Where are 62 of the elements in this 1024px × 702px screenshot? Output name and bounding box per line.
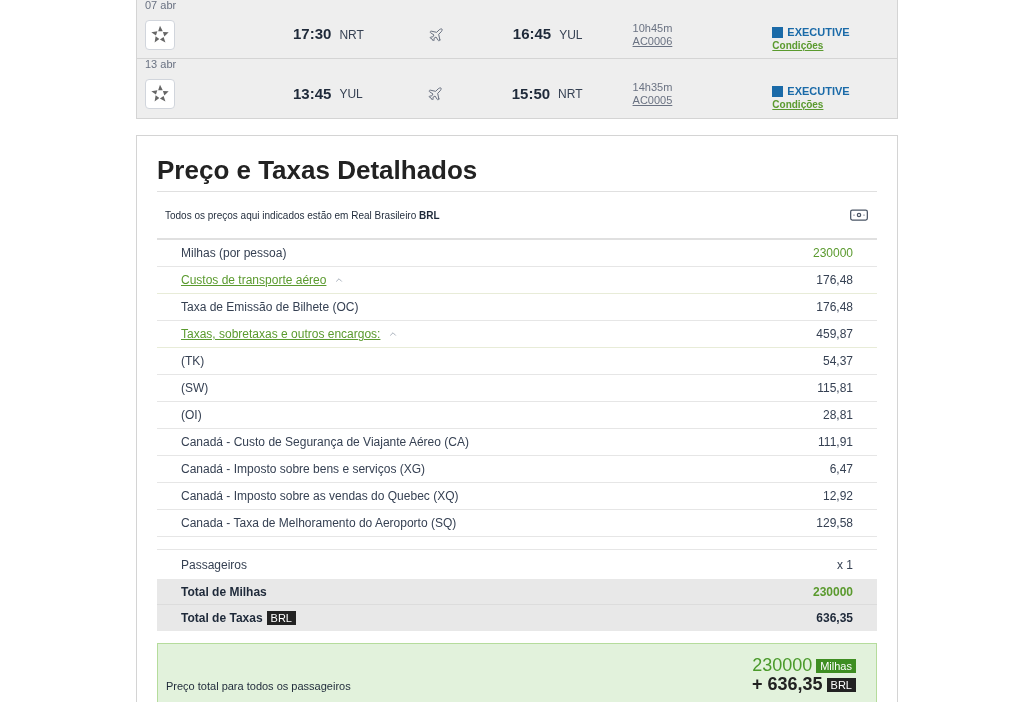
cabin-icon: [772, 26, 784, 38]
row-value: 115,81: [817, 380, 853, 397]
row-label: (OI): [181, 407, 202, 424]
currency-note: Todos os preços aqui indicados estão em Real Brasileiro BRL: [165, 208, 440, 223]
row-value: 230000: [812, 245, 853, 262]
flight-duration: 14h35m: [632, 81, 673, 94]
total-label: Total de Taxas: [181, 610, 263, 627]
arrival-time: 15:50: [511, 83, 551, 104]
currency-badge: BRL: [826, 677, 856, 692]
row-value: 459,87: [816, 326, 853, 343]
row-label: Canadá - Custo de Segurança de Viajante Aéreo (CA): [181, 434, 469, 451]
grand-total-label: Preço total para todos os passageiros: [166, 679, 351, 694]
total-value: 636,35: [816, 610, 853, 627]
row-value: 28,81: [822, 407, 853, 424]
flight-duration: 10h45m: [632, 21, 673, 35]
row-label: (SW): [181, 380, 209, 397]
breakdown-link[interactable]: Taxas, sobretaxas e outros encargos:: [181, 325, 381, 343]
cabin-class: EXECUTIVE: [787, 84, 850, 98]
arrival-time: 16:45: [512, 24, 552, 45]
plane-icon: [427, 26, 444, 43]
row-label: Milhas (por pessoa): [181, 245, 287, 262]
miles-badge: Milhas: [816, 658, 856, 673]
conditions-link[interactable]: Condições: [772, 39, 850, 53]
row-value: 129,58: [816, 515, 853, 532]
row-label: Canadá - Imposto sobre bens e serviços (XG): [181, 461, 426, 478]
row-value: 12,92: [822, 488, 853, 505]
airline-logo: [145, 79, 175, 109]
row-label: Passageiros: [181, 556, 248, 574]
row-label: Canada - Taxa de Melhoramento do Aeroporto (SQ): [181, 515, 457, 532]
cabin-icon: [772, 85, 784, 97]
row-value: x 1: [837, 556, 853, 574]
row-value: 176,48: [816, 272, 853, 289]
row-value: 54,37: [822, 353, 853, 370]
departure-airport: NRT: [339, 26, 364, 44]
total-miles: 230000: [752, 656, 813, 675]
breakdown-link[interactable]: Custos de transporte aéreo: [181, 271, 327, 289]
row-value: 6,47: [829, 461, 853, 478]
caret-icon[interactable]: [334, 275, 345, 285]
departure-time: 13:45: [293, 83, 332, 104]
departure-time: 17:30: [293, 24, 332, 45]
row-label: Taxa de Emissão de Bilhete (OC): [181, 299, 359, 316]
total-taxes: + 636,35: [752, 675, 823, 694]
section-title: Preço e Taxas Detalhados: [157, 152, 877, 192]
row-value: 176,48: [816, 299, 853, 316]
plane-icon: [426, 86, 443, 102]
flight-date: 07 abr: [144, 0, 178, 11]
row-label: (TK): [181, 353, 205, 370]
total-label: Total de Milhas: [181, 583, 267, 601]
row-label: Canadá - Imposto sobre as vendas do Quebec (XQ): [181, 488, 459, 505]
flight-date: 13 abr: [144, 58, 178, 70]
currency-badge: BRL: [266, 611, 296, 625]
flight-number-link[interactable]: AC0005: [632, 94, 673, 107]
arrival-airport: YUL: [559, 26, 583, 44]
conditions-link[interactable]: Condições: [772, 98, 850, 112]
caret-icon[interactable]: [388, 329, 399, 339]
flight-number-link[interactable]: AC0006: [632, 34, 673, 48]
total-value: 230000: [812, 583, 853, 601]
row-value: 111,91: [818, 434, 853, 451]
airline-logo: [145, 19, 175, 50]
cabin-class: EXECUTIVE: [787, 25, 850, 39]
departure-airport: YUL: [339, 86, 363, 103]
arrival-airport: NRT: [558, 86, 583, 103]
